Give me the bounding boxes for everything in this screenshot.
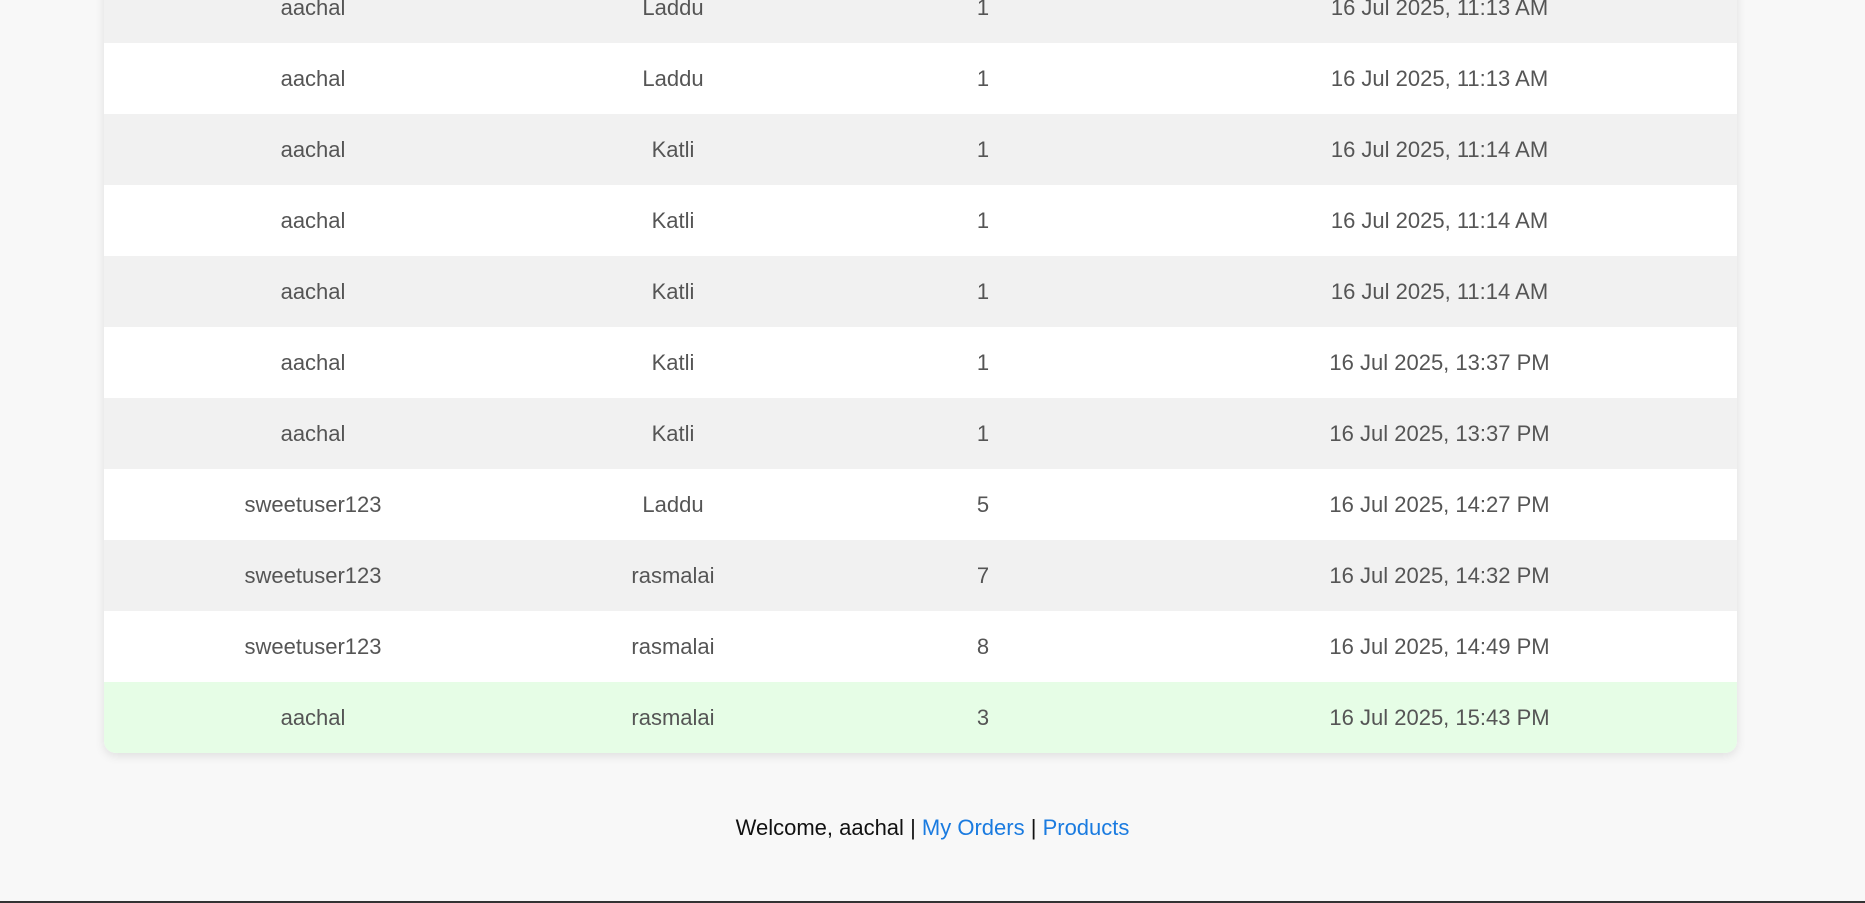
table-row: aachal Laddu 1 16 Jul 2025, 11:13 AM [104, 0, 1737, 43]
cell-quantity: 1 [824, 114, 1142, 185]
cell-quantity: 1 [824, 185, 1142, 256]
cell-product: rasmalai [522, 611, 824, 682]
cell-date: 16 Jul 2025, 11:14 AM [1142, 114, 1737, 185]
orders-table-card: aachal Laddu 1 16 Jul 2025, 11:13 AM aachal L… [104, 0, 1737, 753]
cell-user: aachal [104, 398, 522, 469]
table-row: aachal Katli 1 16 Jul 2025, 13:37 PM [104, 398, 1737, 469]
table-row: sweetuser123 rasmalai 7 16 Jul 2025, 14:32 … [104, 540, 1737, 611]
cell-quantity: 1 [824, 256, 1142, 327]
cell-quantity: 8 [824, 611, 1142, 682]
separator: | [1030, 815, 1037, 840]
table-row: sweetuser123 Laddu 5 16 Jul 2025, 14:27 PM [104, 469, 1737, 540]
cell-quantity: 1 [824, 0, 1142, 43]
cell-date: 16 Jul 2025, 13:37 PM [1142, 398, 1737, 469]
table-row: aachal Laddu 1 16 Jul 2025, 11:13 AM [104, 43, 1737, 114]
cell-user: sweetuser123 [104, 469, 522, 540]
cell-quantity: 3 [824, 682, 1142, 753]
page: aachal Laddu 1 16 Jul 2025, 11:13 AM aachal L… [0, 0, 1865, 903]
table-row: aachal Katli 1 16 Jul 2025, 11:14 AM [104, 256, 1737, 327]
cell-date: 16 Jul 2025, 15:43 PM [1142, 682, 1737, 753]
cell-date: 16 Jul 2025, 11:13 AM [1142, 0, 1737, 43]
cell-date: 16 Jul 2025, 11:14 AM [1142, 185, 1737, 256]
cell-product: Laddu [522, 43, 824, 114]
cell-quantity: 5 [824, 469, 1142, 540]
cell-product: rasmalai [522, 682, 824, 753]
cell-product: Laddu [522, 469, 824, 540]
cell-quantity: 1 [824, 327, 1142, 398]
cell-product: Katli [522, 114, 824, 185]
cell-user: aachal [104, 185, 522, 256]
cell-user: aachal [104, 43, 522, 114]
table-row: aachal rasmalai 3 16 Jul 2025, 15:43 PM [104, 682, 1737, 753]
cell-quantity: 1 [824, 43, 1142, 114]
cell-product: Katli [522, 327, 824, 398]
my-orders-link[interactable]: My Orders [922, 815, 1025, 840]
cell-date: 16 Jul 2025, 11:13 AM [1142, 43, 1737, 114]
cell-product: rasmalai [522, 540, 824, 611]
welcome-text: Welcome, aachal [735, 815, 904, 840]
table-row: sweetuser123 rasmalai 8 16 Jul 2025, 14:49 … [104, 611, 1737, 682]
cell-date: 16 Jul 2025, 13:37 PM [1142, 327, 1737, 398]
cell-user: aachal [104, 327, 522, 398]
cell-quantity: 1 [824, 398, 1142, 469]
cell-user: aachal [104, 0, 522, 43]
cell-product: Katli [522, 398, 824, 469]
table-row: aachal Katli 1 16 Jul 2025, 11:14 AM [104, 114, 1737, 185]
cell-date: 16 Jul 2025, 14:49 PM [1142, 611, 1737, 682]
cell-user: aachal [104, 256, 522, 327]
cell-date: 16 Jul 2025, 11:14 AM [1142, 256, 1737, 327]
cell-date: 16 Jul 2025, 14:27 PM [1142, 469, 1737, 540]
cell-product: Katli [522, 185, 824, 256]
separator: | [910, 815, 916, 840]
cell-product: Laddu [522, 0, 824, 43]
cell-user: aachal [104, 114, 522, 185]
table-row: aachal Katli 1 16 Jul 2025, 13:37 PM [104, 327, 1737, 398]
cell-product: Katli [522, 256, 824, 327]
orders-table: aachal Laddu 1 16 Jul 2025, 11:13 AM aachal L… [104, 0, 1737, 753]
cell-date: 16 Jul 2025, 14:32 PM [1142, 540, 1737, 611]
products-link[interactable]: Products [1043, 815, 1130, 840]
cell-user: aachal [104, 682, 522, 753]
table-row: aachal Katli 1 16 Jul 2025, 11:14 AM [104, 185, 1737, 256]
cell-user: sweetuser123 [104, 540, 522, 611]
cell-quantity: 7 [824, 540, 1142, 611]
footer-nav: Welcome, aachal | My Orders | Products [0, 812, 1865, 844]
orders-table-body: aachal Laddu 1 16 Jul 2025, 11:13 AM aachal L… [104, 0, 1737, 753]
cell-user: sweetuser123 [104, 611, 522, 682]
